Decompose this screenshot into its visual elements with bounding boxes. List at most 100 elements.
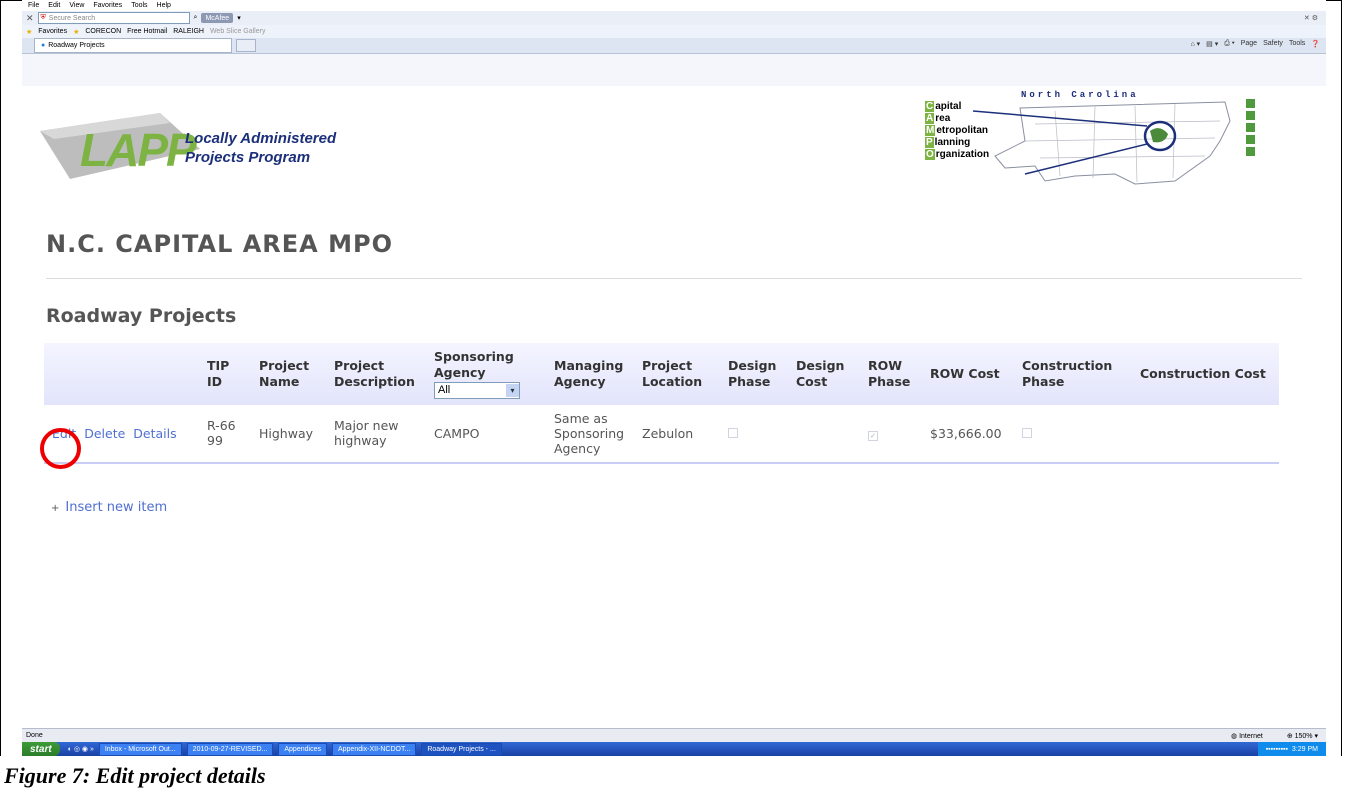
taskbar-item-roadway-projects[interactable]: Roadway Projects - ... — [421, 742, 502, 756]
lapp-logo: LAPP Locally Administered Projects Progr… — [40, 109, 370, 184]
sponsoring-agency-filter[interactable]: All ▾ — [434, 381, 520, 399]
construction-phase-checkbox — [1022, 427, 1032, 438]
cell-project-location: Zebulon — [634, 404, 720, 464]
figure-caption: Figure 7: Edit project details — [4, 763, 266, 788]
cell-sponsoring-agency: CAMPO — [426, 404, 546, 464]
taskbar-item-outlook[interactable]: Inbox - Microsoft Out... — [98, 742, 182, 756]
menu-tools[interactable]: Tools — [131, 2, 147, 9]
start-button[interactable]: start — [22, 742, 60, 756]
page-title: N.C. CAPITAL AREA MPO — [46, 230, 393, 258]
fav-link-raleigh[interactable]: RALEIGH — [173, 28, 204, 35]
mcafee-button[interactable]: McAfee — [201, 13, 234, 23]
divider — [46, 278, 1302, 279]
insert-label: Insert new item — [65, 500, 168, 515]
fav-link-webslice[interactable]: Web Slice Gallery — [210, 28, 266, 35]
edit-highlight-circle — [40, 428, 81, 469]
pedestrian-icon — [1246, 147, 1255, 156]
menu-favorites[interactable]: Favorites — [93, 2, 122, 9]
window-close-icon[interactable]: ✕ ⚙ — [1304, 14, 1318, 22]
details-link[interactable]: Details — [133, 426, 176, 441]
menu-file[interactable]: File — [28, 2, 39, 9]
campo-word: Metropolitan — [925, 125, 989, 137]
cell-construction-phase — [1014, 404, 1132, 464]
tools-menu[interactable]: Tools — [1289, 40, 1305, 48]
campo-rest: lanning — [934, 137, 971, 148]
help-icon[interactable]: ❓ — [1311, 40, 1320, 48]
mcafee-label: McAfee — [205, 14, 230, 22]
fav-link-corecon[interactable]: CORECON — [85, 28, 121, 35]
page-content: LAPP Locally Administered Projects Progr… — [22, 86, 1326, 729]
taskbar-item-revised[interactable]: 2010-09-27-REVISED... — [186, 742, 274, 756]
fav-link-hotmail[interactable]: Free Hotmail — [127, 28, 167, 35]
campo-word: Capital — [925, 101, 989, 113]
quicklaunch-icons[interactable]: ◐ ◎ ◉ » — [68, 745, 94, 753]
campo-logo: North Carolina Capital Area Metropolitan… — [925, 86, 1255, 196]
new-tab-button[interactable] — [236, 39, 256, 52]
menu-help[interactable]: Help — [157, 2, 171, 9]
table-row: Edit Delete Details R-6699 Highway Major n… — [44, 404, 1279, 464]
ie-page-icon: ● — [41, 42, 46, 49]
tab-bar: ● Roadway Projects ⌂ ▾ ▤ ▾ ⎙ ▾ Page Safe… — [22, 38, 1326, 54]
projects-table: TIP ID Project Name Project Description … — [44, 343, 1279, 464]
cell-row-cost: $33,666.00 — [922, 404, 1014, 464]
print-icon[interactable]: ⎙ ▾ — [1224, 40, 1235, 48]
search-bar: ✕ ⛨ Secure Search ⌕ McAfee ▾ ✕ ⚙ — [22, 11, 1326, 25]
lapp-sub-line2: Projects Program — [185, 149, 311, 166]
campo-rest: rganization — [935, 149, 990, 160]
plus-icon: + — [51, 503, 60, 514]
row-phase-checkbox: ✓ — [868, 430, 878, 441]
search-placeholder: Secure Search — [48, 14, 96, 22]
insert-new-item-link[interactable]: + Insert new item — [51, 500, 167, 515]
campo-word: Area — [925, 113, 989, 125]
table-header-row: TIP ID Project Name Project Description … — [44, 343, 1279, 405]
search-icon[interactable]: ⌕ — [194, 14, 198, 22]
delete-link[interactable]: Delete — [84, 426, 125, 441]
header-sponsoring-agency: Sponsoring Agency All ▾ — [426, 343, 546, 405]
safety-menu[interactable]: Safety — [1263, 40, 1283, 48]
menu-view[interactable]: View — [69, 2, 84, 9]
header-project-name: Project Name — [259, 357, 310, 389]
clock: 3:29 PM — [1291, 745, 1318, 753]
car-icon — [1246, 123, 1255, 132]
zoom-icon: ⊕ — [1286, 732, 1295, 740]
menu-edit[interactable]: Edit — [48, 2, 60, 9]
campo-initial: O — [925, 149, 935, 160]
header-managing-agency: Managing Agency — [554, 357, 624, 389]
campo-initial: C — [925, 101, 935, 112]
campo-acronym: Capital Area Metropolitan Planning Organ… — [925, 101, 989, 161]
design-phase-checkbox — [728, 427, 738, 438]
header-tip-id: TIP ID — [207, 357, 230, 389]
zone-text: Internet — [1239, 732, 1263, 740]
menu-bar: File Edit View Favorites Tools Help — [22, 0, 1326, 11]
header-project-location: Project Location — [642, 357, 703, 389]
shield-icon: ⛨ — [40, 14, 46, 21]
taskbar-item-appendix-pdf[interactable]: Appendix-XII-NCDOT... — [331, 742, 417, 756]
zoom-control[interactable]: ⊕ 150% ▾ — [1287, 732, 1318, 740]
home-icon[interactable]: ⌂ ▾ — [1190, 40, 1200, 48]
campo-rest: rea — [935, 113, 951, 124]
search-input[interactable]: ⛨ Secure Search — [37, 12, 190, 24]
page-menu[interactable]: Page — [1241, 40, 1257, 48]
cell-tip-id: R-6699 — [199, 404, 251, 464]
feeds-icon[interactable]: ▤ ▾ — [1206, 40, 1218, 48]
tab-roadway-projects[interactable]: ● Roadway Projects — [34, 38, 232, 53]
start-label: start — [30, 743, 52, 755]
favorites-label[interactable]: Favorites — [38, 28, 67, 35]
sponsoring-agency-label: Sponsoring Agency — [434, 349, 514, 380]
chevron-down-icon: ▾ — [506, 383, 519, 397]
favorites-bar: ★ Favorites ★ CORECON Free Hotmail RALEI… — [22, 25, 1326, 38]
chevron-down-icon[interactable]: ▾ — [237, 14, 241, 22]
tray-icons[interactable]: ▪▪▪▪▪▪▪▪▪ — [1266, 746, 1292, 753]
favorites-star-icon[interactable]: ★ — [26, 28, 32, 36]
status-bar: Done ◍ Internet ⊕ 150% ▾ — [22, 728, 1326, 742]
lapp-subtitle: Locally Administered Projects Program — [185, 129, 336, 167]
train-icon — [1246, 111, 1255, 120]
taskbar-item-appendices[interactable]: Appendices — [278, 742, 327, 756]
bus-icon — [1246, 99, 1255, 108]
browser-window: File Edit View Favorites Tools Help ✕ ⛨ … — [22, 0, 1326, 756]
close-icon[interactable]: ✕ — [26, 13, 34, 24]
header-actions — [44, 343, 199, 405]
header-project-description: Project Description — [334, 357, 415, 389]
add-favorite-icon[interactable]: ★ — [73, 28, 79, 36]
header-design-cost: Design Cost — [796, 357, 845, 389]
